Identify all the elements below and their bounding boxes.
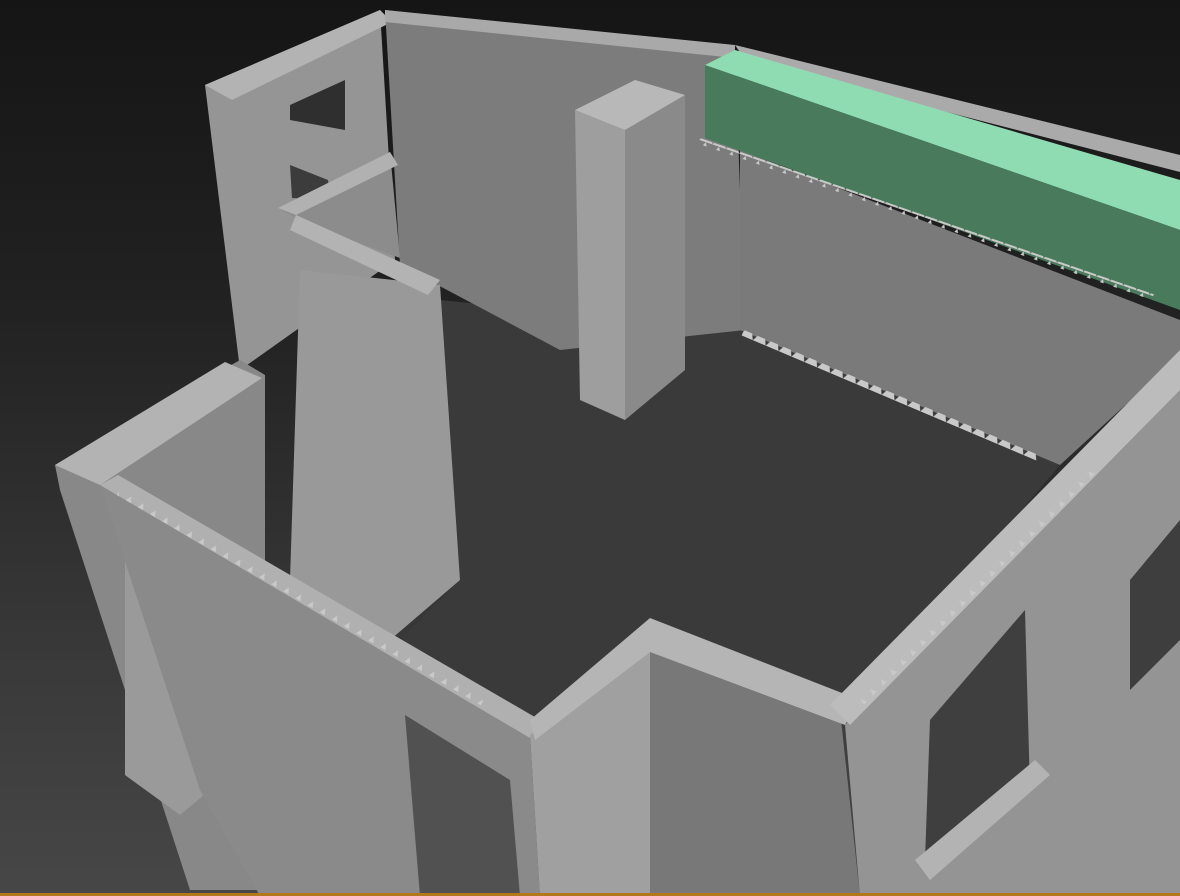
partition-wall-center[interactable] bbox=[290, 270, 460, 640]
pillar-side[interactable] bbox=[625, 95, 685, 420]
pillar-front[interactable] bbox=[575, 110, 625, 420]
3d-viewport[interactable] bbox=[0, 0, 1180, 896]
room-model-scene[interactable] bbox=[0, 0, 1180, 896]
